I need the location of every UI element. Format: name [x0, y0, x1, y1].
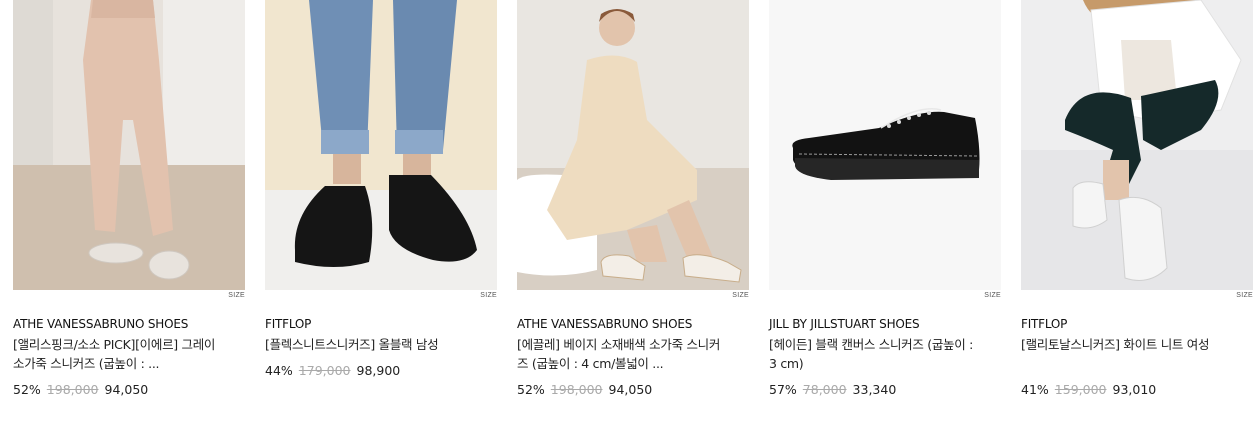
- size-guide-label[interactable]: SIZE: [1236, 292, 1253, 299]
- sale-price: 94,050: [104, 382, 149, 397]
- discount-rate: 52%: [13, 382, 41, 397]
- product-image[interactable]: [265, 0, 497, 290]
- product-brand[interactable]: ATHE VANESSABRUNO SHOES: [517, 316, 749, 332]
- product-card[interactable]: SIZE ATHE VANESSABRUNO SHOES [앨리스핑크/소소 P…: [13, 0, 245, 399]
- discount-rate: 41%: [1021, 382, 1049, 397]
- original-price: 78,000: [802, 382, 847, 397]
- size-guide-label[interactable]: SIZE: [984, 292, 1001, 299]
- product-brand[interactable]: FITFLOP: [1021, 316, 1253, 332]
- size-guide-label[interactable]: SIZE: [732, 292, 749, 299]
- original-price: 179,000: [298, 363, 351, 378]
- product-brand[interactable]: JILL BY JILLSTUART SHOES: [769, 316, 1001, 332]
- product-image[interactable]: [1021, 0, 1253, 290]
- product-name[interactable]: [헤이든] 블랙 캔버스 스니커즈 (굽높이 : 3 cm): [769, 335, 974, 373]
- discount-rate: 44%: [265, 363, 293, 378]
- original-price: 198,000: [550, 382, 603, 397]
- product-card[interactable]: SIZE ATHE VANESSABRUNO SHOES [에끌레] 베이지 소…: [517, 0, 749, 399]
- product-image[interactable]: [13, 0, 245, 290]
- price-row: 44% 179,000 98,900: [265, 362, 497, 380]
- product-brand[interactable]: ATHE VANESSABRUNO SHOES: [13, 316, 245, 332]
- product-card[interactable]: SIZE JILL BY JILLSTUART SHOES [헤이든] 블랙 캔…: [769, 0, 1001, 399]
- sale-price: 94,050: [608, 382, 653, 397]
- original-price: 198,000: [46, 382, 99, 397]
- product-card[interactable]: SIZE FITFLOP [플렉스니트스니커즈] 올블랙 남성 44% 179,0…: [265, 0, 497, 399]
- product-brand[interactable]: FITFLOP: [265, 316, 497, 332]
- discount-rate: 57%: [769, 382, 797, 397]
- product-grid: SIZE ATHE VANESSABRUNO SHOES [앨리스핑크/소소 P…: [13, 0, 1253, 399]
- discount-rate: 52%: [517, 382, 545, 397]
- original-price: 159,000: [1054, 382, 1107, 397]
- sale-price: 93,010: [1112, 382, 1157, 397]
- sale-price: 98,900: [356, 363, 401, 378]
- product-name[interactable]: [앨리스핑크/소소 PICK][이에르] 그레이 소가죽 스니커즈 (굽높이 :…: [13, 335, 218, 373]
- sale-price: 33,340: [852, 382, 897, 397]
- price-row: 52% 198,000 94,050: [517, 381, 749, 399]
- product-image[interactable]: [769, 0, 1001, 290]
- product-name[interactable]: [에끌레] 베이지 소재배색 소가죽 스니커즈 (굽높이 : 4 cm/볼넓이 …: [517, 335, 722, 373]
- product-image[interactable]: [517, 0, 749, 290]
- price-row: 57% 78,000 33,340: [769, 381, 1001, 399]
- price-row: 52% 198,000 94,050: [13, 381, 245, 399]
- size-guide-label[interactable]: SIZE: [228, 292, 245, 299]
- price-row: 41% 159,000 93,010: [1021, 381, 1253, 399]
- product-name[interactable]: [랠리토날스니커즈] 화이트 니트 여성: [1021, 335, 1226, 373]
- size-guide-label[interactable]: SIZE: [480, 292, 497, 299]
- product-card[interactable]: SIZE FITFLOP [랠리토날스니커즈] 화이트 니트 여성 41% 159…: [1021, 0, 1253, 399]
